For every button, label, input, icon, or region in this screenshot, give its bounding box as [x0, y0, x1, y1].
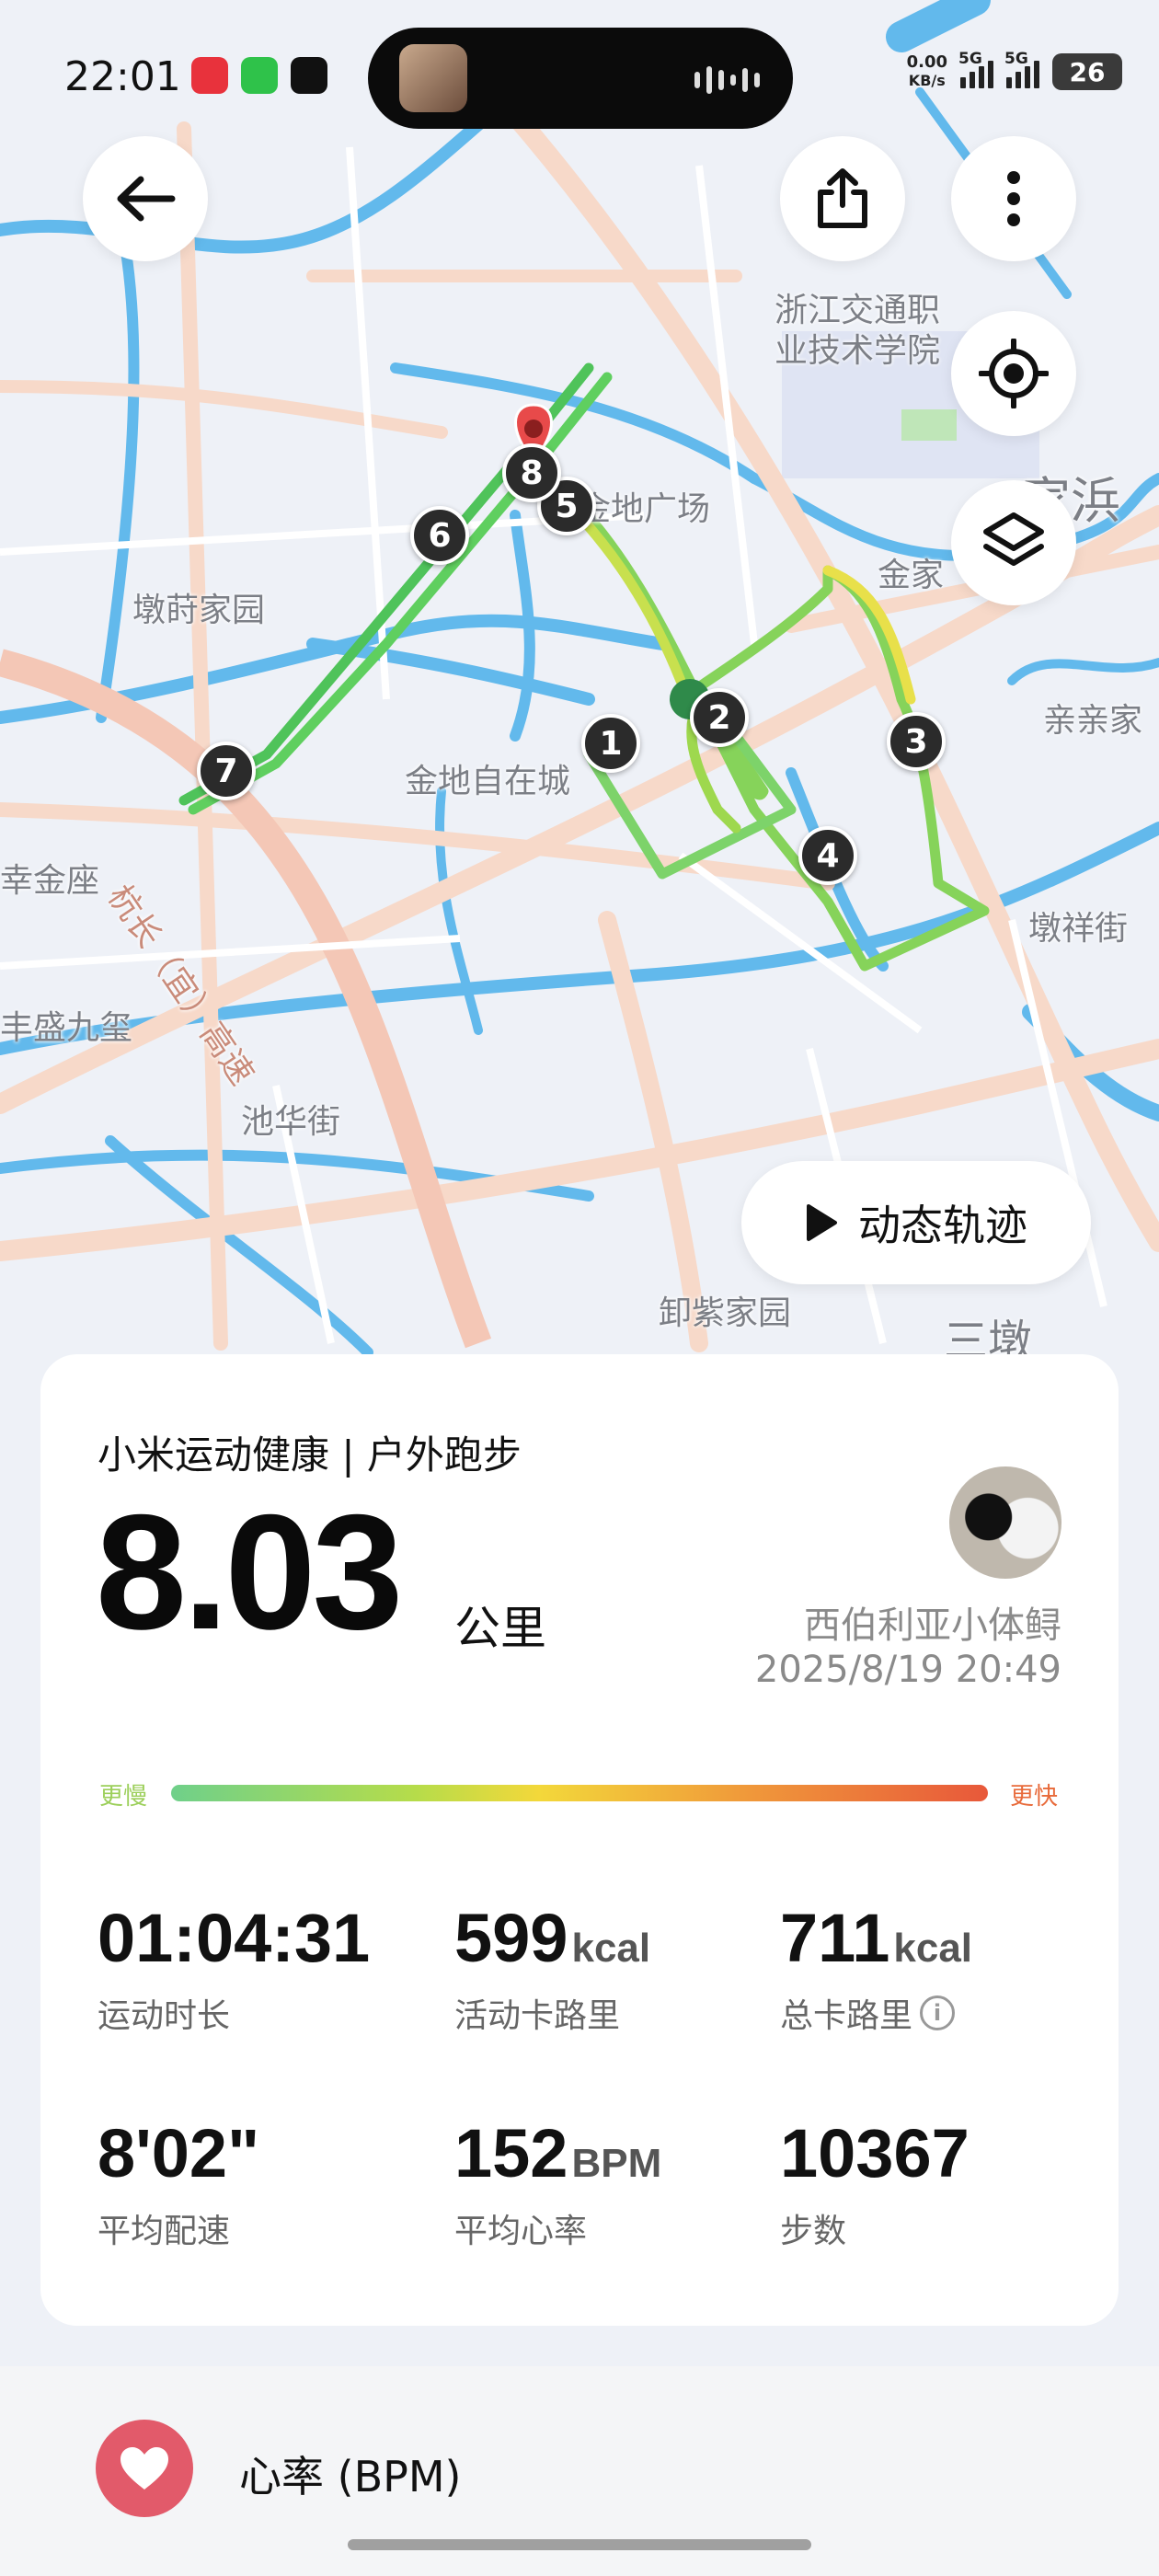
stat-value: 01:04:31 [98, 1900, 371, 1976]
status-bar: 22:01 0.00 KB/s 5G 5G 26 [0, 0, 1159, 156]
map-label-fengsheng: 丰盛九玺 [0, 1009, 133, 1047]
route-marker-7[interactable]: 7 [197, 742, 256, 800]
stat-value: 8'02" [98, 2115, 260, 2191]
route-marker-2[interactable]: 2 [690, 688, 749, 747]
heart-rate-badge [96, 2420, 193, 2517]
stat-unit: kcal [893, 1926, 973, 1971]
home-indicator[interactable] [348, 2539, 811, 2550]
stat-unit: kcal [571, 1926, 651, 1971]
battery-icon: 26 [1052, 53, 1122, 90]
stat-value: 599 [454, 1900, 568, 1976]
dynamic-track-label: 动态轨迹 [858, 1201, 1027, 1250]
workout-datetime: 2025/8/19 20:49 [754, 1649, 1061, 1691]
stat-value: 152 [454, 2115, 568, 2191]
stat-label: 步数 [780, 2213, 847, 2250]
info-icon[interactable]: i [920, 1995, 956, 2030]
stat-avg-pace: 8'02" 平均配速 [98, 2120, 263, 2252]
map-layers-button[interactable] [951, 480, 1076, 605]
stat-value: 711 [780, 1900, 890, 1976]
share-button[interactable] [780, 136, 905, 261]
arrow-left-icon [117, 176, 176, 222]
map-label-jindi-plaza: 金地广场 [578, 490, 711, 528]
stat-steps: 10367 步数 [780, 2120, 973, 2252]
stat-label: 平均配速 [98, 2213, 231, 2250]
stat-label: 总卡路里 [780, 1997, 913, 2035]
locate-button[interactable] [951, 311, 1076, 436]
tiktok-icon [291, 57, 327, 94]
crosshair-icon [979, 339, 1049, 408]
route-marker-1[interactable]: 1 [581, 714, 640, 773]
pace-slow-label: 更慢 [99, 1783, 148, 1811]
stat-label: 运动时长 [98, 1997, 231, 2035]
pace-fast-label: 更快 [1009, 1783, 1058, 1811]
map-label-xingjinzuo: 幸金座 [0, 862, 100, 900]
stat-avg-heart-rate: 152BPM 平均心率 [454, 2120, 661, 2252]
wechat-icon [241, 57, 278, 94]
route-marker-3[interactable]: 3 [887, 712, 946, 771]
dynamic-island[interactable] [368, 28, 793, 129]
avatar[interactable] [949, 1466, 1061, 1579]
stat-unit: BPM [571, 2141, 662, 2186]
stat-label-row: 总卡路里 i [780, 1989, 972, 2037]
signal-icon-2: 5G [1004, 50, 1039, 88]
net-speed: 0.00 KB/s [907, 53, 947, 90]
play-icon [807, 1204, 837, 1241]
user-name: 西伯利亚小体鲟 [804, 1604, 1061, 1647]
heart-icon [120, 2447, 168, 2490]
distance-unit: 公里 [454, 1602, 546, 1655]
stat-total-calories[interactable]: 711kcal 总卡路里 i [780, 1904, 972, 2037]
net-speed-value: 0.00 [906, 52, 947, 72]
netease-music-icon [191, 57, 228, 94]
heart-rate-title: 心率 (BPM) [239, 2452, 462, 2501]
map-label-chihua: 池华街 [241, 1103, 341, 1141]
stat-duration: 01:04:31 运动时长 [98, 1904, 373, 2037]
back-button[interactable] [83, 136, 208, 261]
status-time: 22:01 [64, 53, 181, 100]
stat-label: 平均心率 [454, 2213, 588, 2250]
pace-gradient-bar [171, 1785, 988, 1801]
more-vertical-icon [1007, 171, 1020, 226]
map-label-campus-2: 业技术学院 [775, 332, 941, 370]
map-label-qinqinjia: 亲亲家 [1043, 702, 1143, 740]
map-label-dunshi: 墩莳家园 [132, 592, 266, 629]
route-marker-4[interactable]: 4 [798, 826, 857, 885]
map-label-jindi-zizaicheng: 金地自在城 [405, 763, 571, 800]
more-button[interactable] [951, 136, 1076, 261]
layers-icon [983, 512, 1044, 566]
map-label-jinjia: 金家 [878, 557, 945, 594]
sim1-label: 5G [958, 50, 982, 68]
sim2-label: 5G [1004, 50, 1028, 68]
distance-value: 8.03 [96, 1480, 403, 1663]
stat-value: 10367 [780, 2115, 970, 2191]
stat-active-calories: 599kcal 活动卡路里 [454, 1904, 650, 2037]
map-label-dunxiang: 墩祥街 [1028, 910, 1129, 948]
stat-label: 活动卡路里 [454, 1997, 621, 2035]
status-indicators: 0.00 KB/s 5G 5G 26 [907, 50, 1122, 90]
share-icon [818, 168, 867, 228]
net-speed-unit: KB/s [908, 72, 946, 89]
route-marker-6[interactable]: 6 [410, 506, 469, 565]
workout-source: 小米运动健康 | 户外跑步 [98, 1432, 522, 1478]
island-album-art [399, 44, 467, 112]
signal-icon: 5G [958, 50, 993, 88]
map-label-xiezi: 卸紫家园 [659, 1294, 792, 1332]
dynamic-track-button[interactable]: 动态轨迹 [741, 1161, 1091, 1284]
route-marker-8[interactable]: 8 [502, 443, 561, 502]
audio-wave-icon [694, 66, 760, 94]
